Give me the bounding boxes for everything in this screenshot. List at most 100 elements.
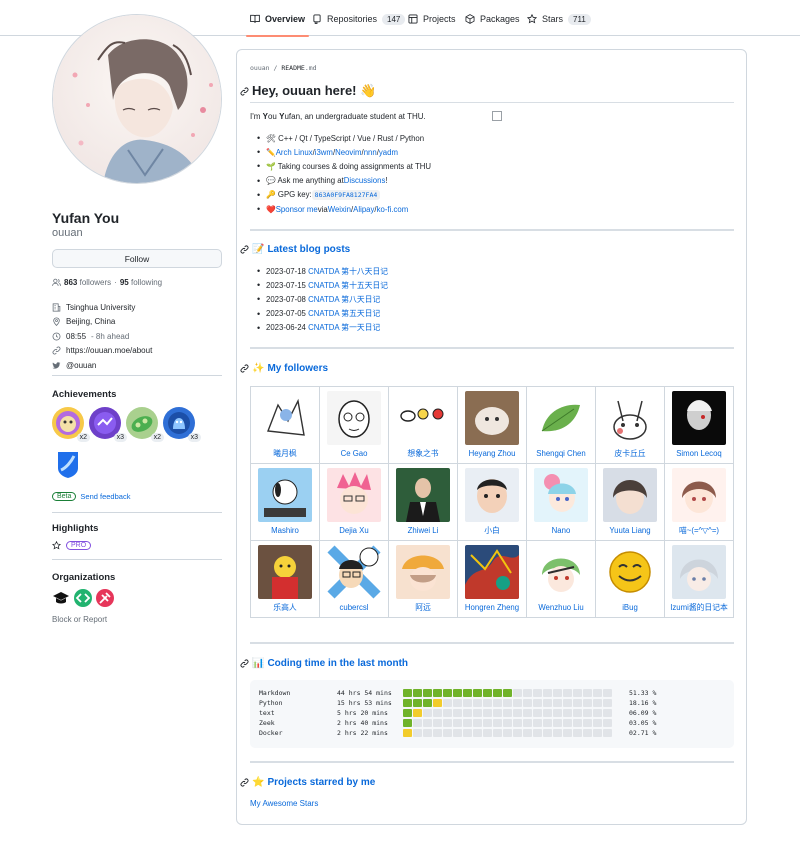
following-link[interactable]: 95 following [120,278,162,287]
pull-shark-icon[interactable]: x2 [52,407,90,442]
bar-cell [563,709,572,717]
link-icon[interactable] [240,778,249,787]
detail-twitter[interactable]: @ouuan [52,358,152,373]
section-rule [250,642,734,644]
crumb-file[interactable]: README [281,64,304,72]
follower-cell[interactable]: iBug [595,540,665,618]
stars-heading: ⭐ Projects starred by me [240,777,375,788]
tab-projects[interactable]: Projects [408,9,456,29]
follower-cell[interactable]: Ce Gao [319,386,389,464]
follower-avatar [603,468,657,522]
follower-cell[interactable]: Mashiro [250,463,320,541]
link-icon[interactable] [240,87,249,96]
bar-cell [403,729,412,737]
weixin-link[interactable]: Weixin [328,205,351,214]
pair-extraordinaire-icon[interactable]: x2 [126,407,164,442]
post-link[interactable]: CNATDA 第五天日记 [308,308,380,319]
bar-cell [553,689,562,697]
follower-cell[interactable]: 想象之书 [388,386,458,464]
coding-heading: 📊 Coding time in the last month [240,658,408,669]
followers-title[interactable]: My followers [267,363,328,374]
following-label: following [130,278,163,287]
bar-cell [423,689,432,697]
bar-cell [503,699,512,707]
profile-avatar[interactable] [52,14,222,184]
block-or-report-link[interactable]: Block or Report [52,615,107,624]
post-link[interactable]: CNATDA 第八天日记 [308,294,380,305]
discussions-link[interactable]: Discussions [344,176,386,185]
follower-cell[interactable]: Dejia Xu [319,463,389,541]
follower-cell[interactable]: Zhiwei Li [388,463,458,541]
link-icon[interactable] [240,659,249,668]
bar-cell [463,699,472,707]
website-link[interactable]: https://ouuan.moe/about [66,346,152,355]
follower-name: 曦月枫 [273,449,297,458]
follower-cell[interactable]: Hongren Zheng [457,540,527,618]
intro-text: I'm You Yufan, an undergraduate student … [250,112,426,121]
tab-packages[interactable]: Packages [465,9,520,29]
achievements-heading[interactable]: Achievements [52,389,116,400]
title-text: Hey, ouuan here! 👋 [252,83,377,98]
followers-link[interactable]: 863 followers [64,278,111,287]
follower-cell[interactable]: Heyang Zhou [457,386,527,464]
readme-title: Hey, ouuan here! 👋 [240,83,376,99]
clock-icon [52,332,61,341]
tab-repositories[interactable]: Repositories 147 [312,9,406,29]
follower-cell[interactable]: 皮卡丘丘 [595,386,665,464]
stars-title[interactable]: Projects starred by me [267,777,375,788]
bar-cell [503,719,512,727]
link-icon[interactable] [240,364,249,373]
follower-cell[interactable]: 阿远 [388,540,458,618]
arch-linux-link[interactable]: Arch Linux [276,148,313,157]
bar-cell [493,709,502,717]
send-feedback-link[interactable]: Send feedback [80,492,130,501]
follower-cell[interactable]: 小白 [457,463,527,541]
link-icon[interactable] [240,245,249,254]
crumb-user[interactable]: ouuan [250,64,270,72]
post-link[interactable]: CNATDA 第十五天日记 [308,280,388,291]
bar-cell [413,689,422,697]
tab-stars[interactable]: Stars 711 [527,9,591,29]
follower-cell[interactable]: Shengqi Chen [526,386,596,464]
follower-name: 乐高人 [273,603,297,612]
coding-title[interactable]: Coding time in the last month [267,658,408,669]
sponsor-link[interactable]: Sponsor me [276,205,318,214]
via-text: via [317,204,328,214]
bar-cell [423,729,432,737]
bar-cell [463,729,472,737]
alipay-link[interactable]: Alipay [353,205,374,214]
yolo-icon[interactable] [52,448,84,480]
follower-cell[interactable]: 喵~(=^▽^=) [664,463,734,541]
neovim-link[interactable]: Neovim [335,148,361,157]
follower-cell[interactable]: Izumi酱的日记本 [664,540,734,618]
org-code-icon[interactable] [74,589,92,607]
gpg-key[interactable]: 863A0F9FA8127FA4 [311,189,381,200]
bar-cell [533,699,542,707]
follower-cell[interactable]: Wenzhuo Liu [526,540,596,618]
follower-cell[interactable]: Nano [526,463,596,541]
org-graduation-cap-icon[interactable] [52,589,70,607]
galaxy-brain-icon[interactable]: x3 [163,407,201,442]
post-link[interactable]: CNATDA 第十八天日记 [308,266,388,277]
i3wm-link[interactable]: i3wm [315,148,333,157]
organization-list [52,589,114,607]
yadm-link[interactable]: yadm [379,148,398,157]
bar-cell [483,729,492,737]
blog-title[interactable]: Latest blog posts [267,244,350,255]
follower-cell[interactable]: 乐高人 [250,540,320,618]
org-tools-icon[interactable] [96,589,114,607]
post-link[interactable]: CNATDA 第一天日记 [308,322,380,333]
follow-button[interactable]: Follow [52,249,222,268]
list-item: 2023-07-18 CNATDA 第十八天日记 [257,264,388,278]
follower-cell[interactable]: Simon Lecoq [664,386,734,464]
follower-cell[interactable]: 曦月枫 [250,386,320,464]
starstruck-icon[interactable]: x3 [89,407,127,442]
twitter-handle[interactable]: @ouuan [66,361,96,370]
detail-website[interactable]: https://ouuan.moe/about [52,344,152,359]
follower-cell[interactable]: cubercsl [319,540,389,618]
tab-overview[interactable]: Overview [245,9,310,37]
awesome-stars-link[interactable]: My Awesome Stars [250,799,318,808]
kofi-link[interactable]: ko-fi.com [377,205,409,214]
follower-cell[interactable]: Yuuta Liang [595,463,665,541]
nnn-link[interactable]: nnn [364,148,377,157]
